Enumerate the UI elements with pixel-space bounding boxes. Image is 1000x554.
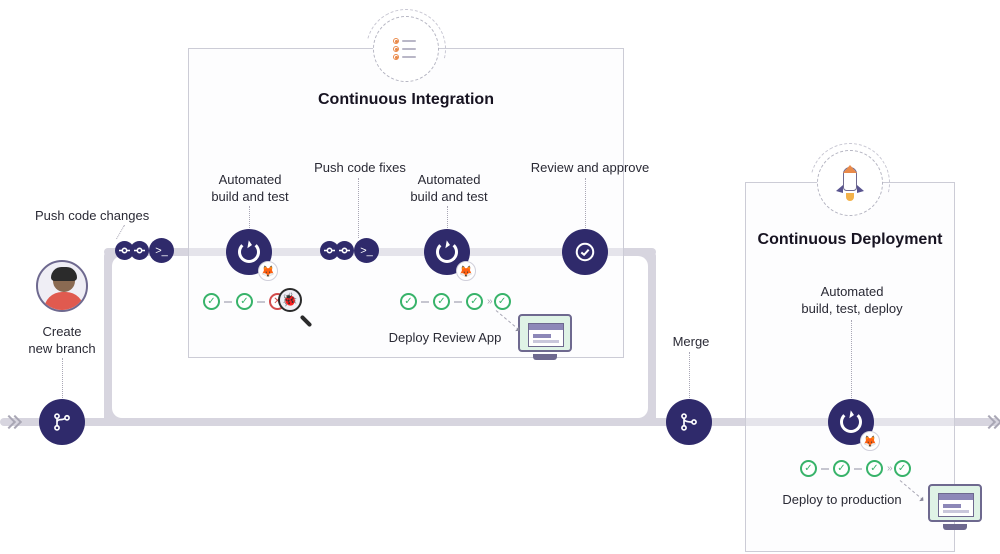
dotted-line [447, 206, 448, 228]
branch-icon [52, 412, 72, 432]
pass-step-icon: ✓ [866, 460, 883, 477]
merge-icon [679, 412, 699, 432]
deploy-production-label: Deploy to production [762, 492, 922, 509]
ci-run-1-steps: ✓ ✓ ✕ [203, 293, 286, 310]
dotted-line [358, 178, 359, 238]
terminal-icon: >_ [155, 245, 168, 257]
gitlab-icon: 🦊 [860, 431, 880, 451]
check-circle-icon [574, 241, 596, 263]
dotted-line [689, 352, 690, 398]
deploy-review-app-label: Deploy Review App [370, 330, 520, 347]
cd-title: Continuous Deployment [746, 231, 954, 249]
cicd-diagram: Continuous Integration Continuous Deploy… [0, 0, 1000, 554]
pass-step-icon: ✓ [494, 293, 511, 310]
review-app-monitor-icon [518, 314, 572, 360]
ci-title: Continuous Integration [189, 91, 623, 109]
gitlab-icon: 🦊 [456, 261, 476, 281]
checklist-icon [393, 36, 419, 62]
cycle-icon [840, 411, 862, 433]
auto-build-test-2-label: Automated build and test [406, 172, 492, 206]
cycle-icon [238, 241, 260, 263]
rocket-icon [838, 167, 862, 199]
pass-step-icon: ✓ [894, 460, 911, 477]
commit-node [130, 241, 149, 260]
pass-step-icon: ✓ [400, 293, 417, 310]
cycle-icon [436, 241, 458, 263]
dotted-line [62, 358, 63, 398]
automated-build-test-node-2: 🦊 [424, 229, 470, 275]
automated-build-test-node-1: 🦊 [226, 229, 272, 275]
dotted-line [116, 225, 125, 239]
merge-node [666, 399, 712, 445]
dotted-line [249, 206, 250, 228]
terminal-node: >_ [354, 238, 379, 263]
commit-icon [324, 245, 335, 256]
automated-build-test-deploy-node: 🦊 [828, 399, 874, 445]
ci-run-2-steps: ✓ ✓ ✓ » ✓ [400, 293, 511, 310]
pass-step-icon: ✓ [800, 460, 817, 477]
dotted-line [851, 320, 852, 398]
pass-step-icon: ✓ [236, 293, 253, 310]
chevron-double-icon: » [887, 463, 890, 474]
commit-icon [339, 245, 350, 256]
chevron-double-icon: » [487, 296, 490, 307]
push-fixes-label: Push code fixes [300, 160, 420, 177]
pass-step-icon: ✓ [203, 293, 220, 310]
auto-build-test-1-label: Automated build and test [208, 172, 292, 206]
pass-step-icon: ✓ [833, 460, 850, 477]
create-branch-node [39, 399, 85, 445]
commit-icon [119, 245, 130, 256]
commit-node [335, 241, 354, 260]
bug-magnifier-icon: 🐞 [278, 288, 308, 318]
developer-avatar-icon [36, 260, 88, 312]
pass-step-icon: ✓ [433, 293, 450, 310]
ci-badge-icon [373, 16, 439, 82]
terminal-node: >_ [149, 238, 174, 263]
pass-step-icon: ✓ [466, 293, 483, 310]
push-changes-label: Push code changes [35, 208, 175, 225]
gitlab-icon: 🦊 [258, 261, 278, 281]
commit-icon [134, 245, 145, 256]
dotted-line [585, 178, 586, 228]
cd-run-steps: ✓ ✓ ✓ » ✓ [800, 460, 911, 477]
auto-build-test-deploy-label: Automated build, test, deploy [790, 284, 914, 318]
merge-label: Merge [668, 334, 714, 351]
terminal-icon: >_ [360, 245, 373, 257]
review-approve-label: Review and approve [520, 160, 660, 177]
review-approve-node [562, 229, 608, 275]
create-branch-label: Create new branch [22, 324, 102, 358]
production-monitor-icon [928, 484, 982, 530]
cd-badge-icon [817, 150, 883, 216]
